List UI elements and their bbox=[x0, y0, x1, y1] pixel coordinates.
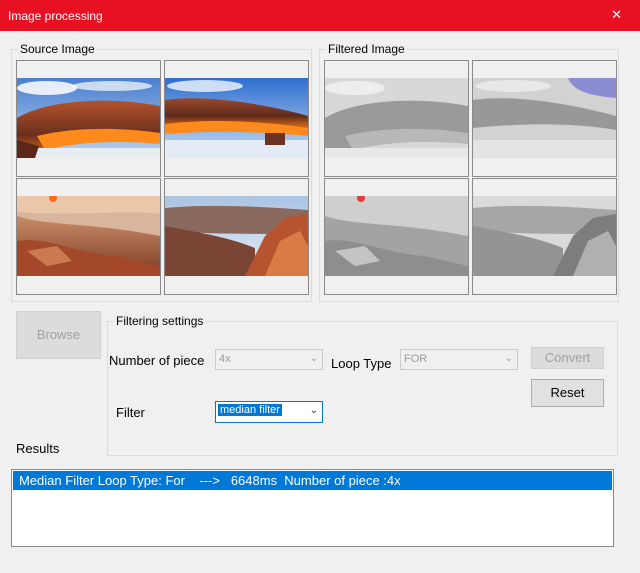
filtered-tile-2 bbox=[472, 60, 617, 177]
chevron-down-icon: ⌄ bbox=[309, 353, 318, 364]
pieces-select[interactable]: 4x ⌄ bbox=[215, 349, 323, 370]
window-title: Image processing bbox=[8, 9, 103, 23]
source-image-label: Source Image bbox=[18, 42, 97, 56]
filtering-settings-label: Filtering settings bbox=[114, 314, 206, 328]
filtered-tile-3 bbox=[324, 178, 469, 295]
results-list[interactable]: Median Filter Loop Type: For ---> 6648ms… bbox=[11, 469, 614, 547]
convert-button[interactable]: Convert bbox=[531, 347, 604, 369]
filtered-image-1 bbox=[325, 78, 468, 158]
results-label: Results bbox=[16, 441, 60, 456]
title-bar: Image processing ✕ bbox=[0, 0, 640, 31]
filtered-image-label: Filtered Image bbox=[326, 42, 407, 56]
source-image-1 bbox=[17, 78, 160, 158]
source-image-group: Source Image bbox=[11, 42, 312, 302]
loop-type-select[interactable]: FOR ⌄ bbox=[400, 349, 518, 370]
close-icon[interactable]: ✕ bbox=[611, 7, 622, 23]
filtered-image-4 bbox=[473, 196, 616, 276]
filter-label: Filter bbox=[116, 405, 145, 420]
filter-select[interactable]: median filter ⌄ bbox=[215, 401, 323, 423]
filtered-image-3 bbox=[325, 196, 468, 276]
filtered-tile-4 bbox=[472, 178, 617, 295]
loop-type-label: Loop Type bbox=[331, 356, 392, 371]
list-item[interactable]: Median Filter Loop Type: For ---> 6648ms… bbox=[13, 471, 612, 490]
chevron-down-icon: ⌄ bbox=[504, 353, 513, 364]
filter-value: median filter bbox=[218, 404, 282, 416]
browse-button[interactable]: Browse bbox=[16, 311, 101, 359]
reset-button[interactable]: Reset bbox=[531, 379, 604, 407]
source-image-4 bbox=[165, 196, 308, 276]
source-image-3 bbox=[17, 196, 160, 276]
filtered-tile-1 bbox=[324, 60, 469, 177]
source-tile-2 bbox=[164, 60, 309, 177]
source-tile-4 bbox=[164, 178, 309, 295]
loop-type-value: FOR bbox=[404, 353, 428, 365]
source-image-2 bbox=[165, 78, 308, 158]
filtered-image-2 bbox=[473, 78, 616, 158]
pieces-label: Number of piece bbox=[109, 353, 205, 368]
source-tile-1 bbox=[16, 60, 161, 177]
source-tile-3 bbox=[16, 178, 161, 295]
filtered-image-group: Filtered Image bbox=[319, 42, 619, 302]
chevron-down-icon: ⌄ bbox=[309, 405, 318, 416]
pieces-value: 4x bbox=[219, 353, 231, 365]
